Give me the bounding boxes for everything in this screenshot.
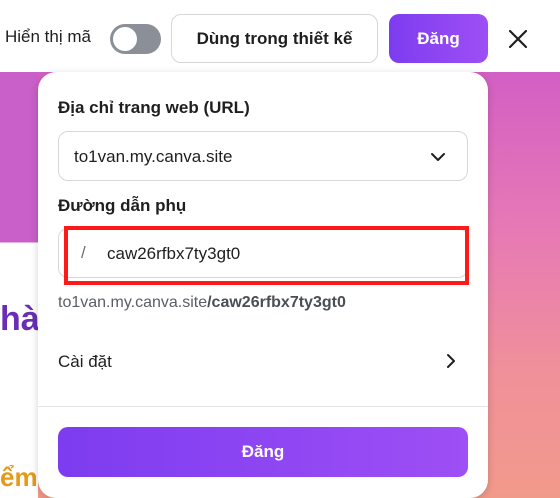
background-text: ểm [0,462,38,492]
subpath-label: Đường dẫn phụ [58,196,187,215]
chevron-down-icon [429,148,447,171]
chevron-right-icon [442,352,460,375]
show-code-label: Hiển thị mã [5,27,91,46]
close-button[interactable] [503,24,533,54]
url-label: Địa chỉ trang web (URL) [58,98,250,117]
use-in-design-button[interactable]: Dùng trong thiết kế [171,14,378,63]
publish-button[interactable]: Đăng [58,427,468,477]
preview-domain: to1van.my.canva.site [58,294,208,311]
show-code-toggle[interactable] [110,24,161,54]
settings-row[interactable]: Cài đặt [38,336,488,386]
toggle-knob [113,27,137,51]
highlight-box [64,226,469,285]
preview-path: /caw26rfbx7ty3gt0 [207,294,346,311]
background-left [0,72,38,498]
close-icon [508,29,528,49]
url-preview: to1van.my.canva.site/caw26rfbx7ty3gt0 [58,294,346,312]
settings-label: Cài đặt [58,352,112,371]
divider [38,406,488,407]
url-value: to1van.my.canva.site [74,147,233,166]
top-bar: Hiển thị mã Dùng trong thiết kế Đăng [0,0,560,76]
publish-top-button[interactable]: Đăng [389,14,488,63]
url-select[interactable]: to1van.my.canva.site [58,131,468,181]
background-text: hà [0,300,40,338]
